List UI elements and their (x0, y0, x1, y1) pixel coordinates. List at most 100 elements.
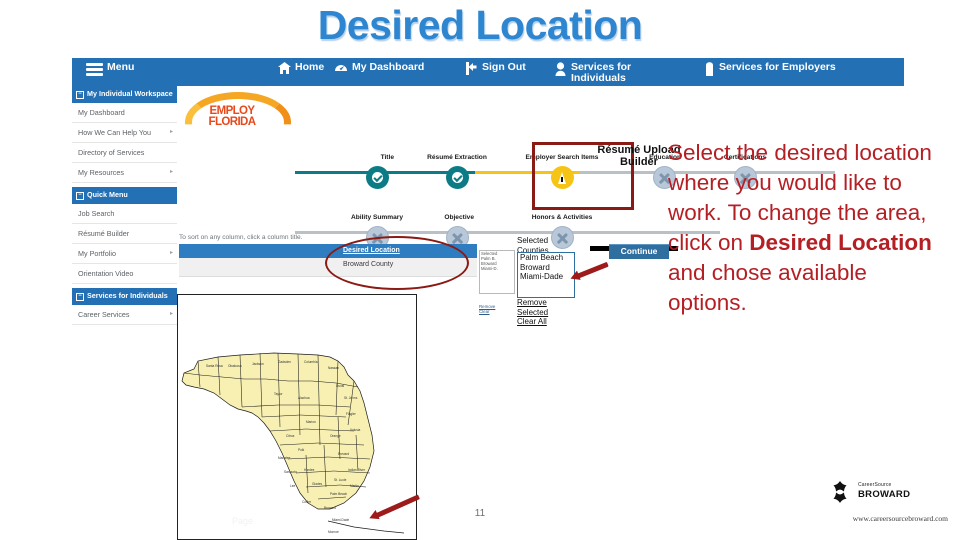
building-icon (704, 62, 715, 79)
svg-text:Indian River: Indian River (348, 468, 366, 472)
sidebar-item-my-portfolio[interactable]: My Portfolio ▸ (72, 244, 177, 264)
nav-item-home[interactable]: Home (278, 62, 324, 77)
ghost-clear-all-link[interactable]: Clear (479, 309, 490, 314)
step-objective-label: Objective (444, 214, 474, 221)
chevron-right-icon: ▸ (169, 169, 173, 175)
svg-text:Flagler: Flagler (346, 412, 357, 416)
county-option[interactable]: Palm Beach (518, 253, 574, 263)
employ-florida-logo: EMPLOY FLORIDA (177, 88, 291, 142)
sidebar-item-how-we-can-help-you-label: How We Can Help You (78, 128, 151, 137)
sort-hint-text: To sort on any column, click a column ti… (179, 234, 303, 241)
florida-map-svg: Santa Rosa Okaloosa Jackson Gadsden Columb… (181, 352, 405, 534)
instruction-part-2: and chose available options. (668, 260, 867, 315)
clear-all-link[interactable]: Clear All (517, 317, 547, 327)
nav-item-services-employers-label: Services for Employers (719, 61, 836, 73)
nav-item-menu-label: Menu (107, 61, 135, 73)
check-icon (445, 166, 469, 189)
svg-text:Martin: Martin (350, 484, 359, 488)
check-icon (365, 166, 389, 189)
sidebar-item-my-dashboard[interactable]: My Dashboard (72, 103, 177, 123)
desired-location-circle-annotation (325, 236, 469, 290)
careersource-logo-line1: CareerSource (858, 482, 892, 488)
step-honors-activities-label: Honors & Activities (531, 214, 593, 221)
careersource-mark-icon (833, 481, 847, 503)
instruction-bold: Desired Location (749, 230, 932, 255)
svg-text:Brevard: Brevard (338, 452, 349, 456)
ghost-listbox: Selected Palm B. Broward Miami-D. (479, 250, 515, 294)
sidebar-item-my-resources-label: My Resources (78, 168, 124, 177)
page-number: 11 (474, 508, 486, 519)
remove-selected-link[interactable]: Remove Selected (517, 298, 569, 317)
page-title: Desired Location (317, 2, 643, 48)
nav-item-menu[interactable]: Menu (86, 62, 146, 76)
county-option[interactable]: Broward (518, 263, 574, 273)
selected-counties-panel: Selected Palm B. Broward Miami-D. Remove… (475, 236, 678, 336)
svg-text:Marion: Marion (306, 420, 316, 424)
svg-text:Taylor: Taylor (274, 392, 283, 396)
selected-counties-listbox[interactable]: Palm Beach Broward Miami-Dade (517, 252, 575, 298)
svg-text:Palm Beach: Palm Beach (330, 492, 347, 496)
svg-text:Orange: Orange (330, 434, 341, 438)
sign-out-icon (466, 62, 478, 78)
sidebar-item-my-resources[interactable]: My Resources ▸ (72, 163, 177, 183)
instruction-text: Select the desired location where you wo… (668, 138, 936, 318)
svg-text:Hardee: Hardee (304, 468, 315, 472)
chevron-right-icon: ▸ (169, 311, 173, 317)
step-title[interactable]: Title (360, 146, 394, 189)
continue-button[interactable]: Continue (609, 244, 669, 259)
employ-florida-logo-text: EMPLOY FLORIDA (201, 105, 263, 128)
collapse-icon: − (76, 91, 84, 99)
chevron-right-icon: ▸ (169, 250, 173, 256)
svg-text:Columbia: Columbia (304, 360, 318, 364)
svg-text:Jackson: Jackson (252, 362, 264, 366)
sidebar-item-orientation-video-label: Orientation Video (78, 269, 134, 278)
svg-text:Alachua: Alachua (298, 396, 310, 400)
sidebar-item-directory-of-services-label: Directory of Services (78, 148, 145, 157)
sidebar-item-orientation-video[interactable]: Orientation Video (72, 264, 177, 284)
sidebar-group-header-services-individuals-label: Services for Individuals (87, 291, 168, 300)
svg-text:Okaloosa: Okaloosa (228, 364, 242, 368)
sidebar-group-header-services-individuals[interactable]: − Services for Individuals (72, 288, 177, 305)
florida-map: Santa Rosa Okaloosa Jackson Gadsden Columb… (177, 294, 417, 540)
red-arrow-annotation-listbox (575, 261, 609, 280)
nav-item-my-dashboard-label: My Dashboard (352, 61, 425, 73)
app-sidebar: − My Individual Workspace My Dashboard Ho… (72, 86, 178, 346)
careersource-logo-line2: BROWARD (858, 489, 911, 500)
sidebar-item-job-search[interactable]: Job Search (72, 204, 177, 224)
app-navbar: Menu Home My Dashboard Sign Out Services… (72, 58, 904, 86)
nav-item-sign-out[interactable]: Sign Out (466, 62, 538, 78)
footer-url: www.careersourcebroward.com (852, 514, 948, 523)
svg-text:Nassau: Nassau (328, 366, 339, 370)
nav-item-sign-out-label: Sign Out (482, 61, 526, 73)
home-icon (278, 62, 291, 77)
dashboard-icon (334, 62, 348, 77)
sidebar-item-resume-builder[interactable]: Résumé Builder (72, 224, 177, 244)
svg-text:Citrus: Citrus (286, 434, 295, 438)
svg-text:Sarasota: Sarasota (284, 470, 297, 474)
svg-text:Gadsden: Gadsden (278, 360, 291, 364)
nav-item-my-dashboard[interactable]: My Dashboard (334, 62, 430, 77)
sidebar-item-career-services-label: Career Services (78, 310, 130, 319)
sidebar-item-how-we-can-help-you[interactable]: How We Can Help You ▸ (72, 123, 177, 143)
sidebar-group-header-quick-menu-label: Quick Menu (87, 190, 128, 199)
step-ability-summary-label: Ability Summary (350, 214, 404, 221)
sidebar-group-header-workspace[interactable]: − My Individual Workspace (72, 86, 177, 103)
svg-text:St. Johns: St. Johns (344, 396, 358, 400)
sidebar-item-job-search-label: Job Search (78, 209, 115, 218)
employ-florida-logo-line2: FLORIDA (208, 115, 257, 128)
sidebar-item-directory-of-services[interactable]: Directory of Services (72, 143, 177, 163)
county-option[interactable]: Miami-Dade (518, 272, 574, 282)
nav-item-services-employers[interactable]: Services for Employers (704, 62, 854, 79)
chevron-right-icon: ▸ (169, 129, 173, 135)
nav-item-services-individuals-label: Services for Individuals (571, 61, 632, 84)
svg-text:Duval: Duval (336, 384, 344, 388)
sidebar-item-career-services[interactable]: Career Services ▸ (72, 305, 177, 325)
step-title-label: Title (380, 154, 394, 161)
nav-item-services-individuals[interactable]: Services for Individuals (554, 62, 638, 84)
slide-root: Desired Location Menu Home My Dashboard (0, 0, 960, 540)
sidebar-group-header-workspace-label: My Individual Workspace (87, 89, 173, 98)
sidebar-group-header-quick-menu[interactable]: − Quick Menu (72, 187, 177, 204)
step-resume-extraction[interactable]: Résumé Extraction (427, 146, 487, 189)
sidebar-item-my-dashboard-label: My Dashboard (78, 108, 125, 117)
svg-text:Volusia: Volusia (350, 428, 361, 432)
